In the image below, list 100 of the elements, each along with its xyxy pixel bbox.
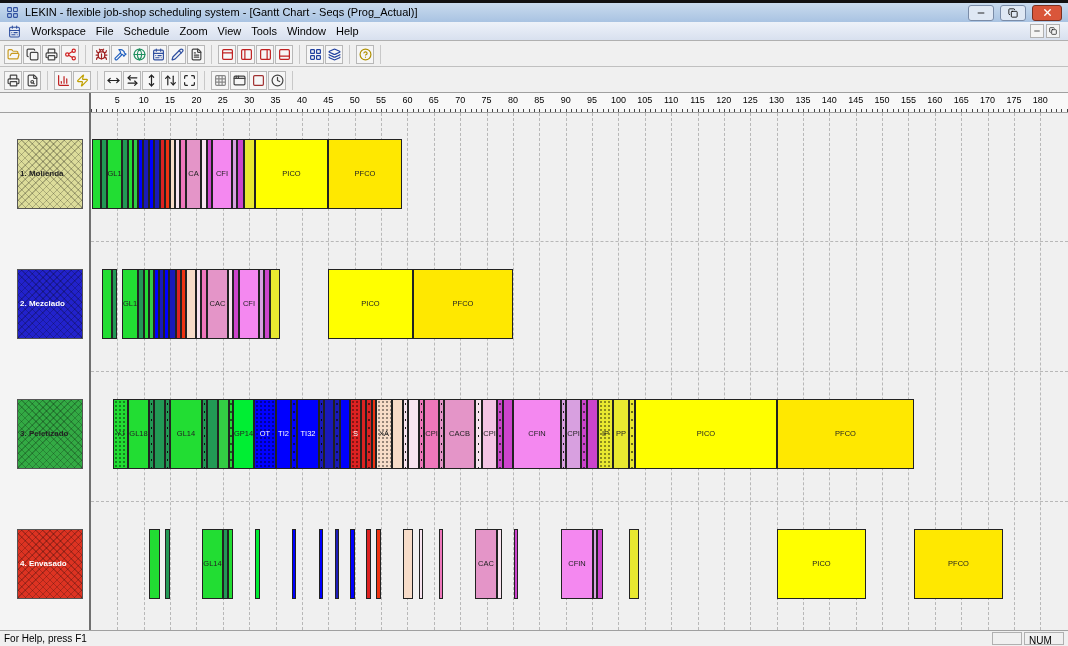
machine-label[interactable]: 2. Mezclado (17, 269, 83, 339)
menu-item[interactable]: Window (286, 22, 327, 40)
tick-label: 130 (769, 95, 785, 105)
toolbar-button[interactable] (104, 70, 122, 90)
tick-label: 155 (900, 95, 916, 105)
toolbar-button[interactable] (92, 44, 110, 64)
tick-label: 60 (402, 95, 413, 105)
tick-label: 65 (428, 95, 439, 105)
minimize-button[interactable] (968, 4, 994, 21)
operation-bar[interactable] (629, 529, 639, 599)
machine-label[interactable]: 4. Envasado (17, 529, 83, 599)
operation-bar[interactable] (259, 269, 264, 339)
operation-bar[interactable] (201, 139, 207, 209)
tick-label: 35 (270, 95, 281, 105)
operation-bar[interactable] (133, 139, 138, 209)
operation-bar[interactable] (439, 529, 443, 599)
operation-bar[interactable] (228, 269, 233, 339)
tick-label: 25 (217, 95, 228, 105)
toolbar-button[interactable] (180, 70, 198, 90)
tick-label: 10 (138, 95, 149, 105)
toolbar-button[interactable] (42, 44, 60, 64)
menu-item[interactable]: View (217, 22, 242, 40)
app-icon (6, 6, 19, 19)
operation-bar[interactable] (186, 269, 196, 339)
tick-label: 165 (953, 95, 969, 105)
minimize-icon (1033, 27, 1041, 35)
operation-bar[interactable] (149, 269, 154, 339)
operation-bar[interactable] (270, 269, 280, 339)
operation-bar[interactable] (419, 529, 423, 599)
menu-item[interactable]: Tools (251, 22, 277, 40)
operation-bar[interactable] (561, 399, 566, 469)
toolbar-button[interactable] (123, 70, 141, 90)
operation-bar[interactable] (408, 399, 419, 469)
restore-button[interactable] (1000, 4, 1026, 21)
status-pane (992, 632, 1022, 645)
toolbar-button[interactable] (23, 70, 41, 90)
menu-item[interactable]: Help (336, 22, 359, 40)
toolbar-button[interactable] (161, 70, 179, 90)
menu-item[interactable]: Zoom (179, 22, 208, 40)
tick-label: 150 (874, 95, 890, 105)
operation-bar[interactable] (232, 139, 237, 209)
toolbar-button[interactable] (168, 44, 186, 64)
toolbar-button[interactable] (187, 44, 205, 64)
toolbar-button[interactable] (306, 44, 324, 64)
menu-item[interactable]: File (95, 22, 114, 40)
operation-bar[interactable] (629, 399, 635, 469)
operation-bar[interactable] (392, 399, 403, 469)
toolbar-button[interactable] (249, 70, 267, 90)
globe-icon (132, 47, 146, 61)
printer-icon (44, 47, 58, 61)
tick-label: 5 (114, 95, 120, 105)
close-button[interactable] (1032, 4, 1062, 21)
window-title: LEKIN - flexible job-shop scheduling system - [Gantt Chart - Seqs (Prog_Actual)] (25, 5, 419, 21)
toolbar-button[interactable] (268, 70, 286, 90)
machine-label[interactable]: 1. Molienda (17, 139, 83, 209)
operation-bar[interactable] (170, 139, 175, 209)
toolbar-button[interactable] (23, 44, 41, 64)
operation-bar[interactable] (593, 529, 597, 599)
operation-bar[interactable] (180, 139, 186, 209)
operation-bar[interactable] (201, 269, 207, 339)
toolbar-button[interactable] (149, 44, 167, 64)
operation-bar[interactable] (244, 139, 255, 209)
operation-bar[interactable] (92, 139, 101, 209)
preview-icon (25, 73, 39, 87)
fit-icon (182, 73, 196, 87)
tick-label: 45 (323, 95, 334, 105)
menu-item[interactable]: Schedule (123, 22, 170, 40)
operation-bar[interactable] (403, 529, 413, 599)
toolbar-button[interactable] (230, 70, 248, 90)
tick-label: 125 (742, 95, 758, 105)
window-icon (251, 73, 265, 87)
operation-bar[interactable] (255, 529, 260, 599)
operation-bar[interactable] (439, 399, 444, 469)
operation-bar[interactable] (102, 269, 112, 339)
operation-bar[interactable] (475, 399, 482, 469)
operation-bar[interactable] (175, 139, 180, 209)
network-icon (63, 47, 77, 61)
operation-bar[interactable] (149, 529, 160, 599)
operation-bar[interactable] (403, 399, 408, 469)
operation-bar[interactable] (196, 269, 201, 339)
operation-bar[interactable] (419, 399, 424, 469)
machine-label[interactable]: 3. Peletizado (17, 399, 83, 469)
menu-item[interactable]: Workspace (31, 22, 86, 40)
tick-label: 115 (690, 95, 705, 105)
restore-button[interactable] (1046, 24, 1060, 38)
operation-bar[interactable] (218, 399, 229, 469)
bug-icon (94, 47, 108, 61)
operation-bar[interactable] (229, 399, 233, 469)
tick-label: 75 (481, 95, 492, 105)
tick-label: 105 (637, 95, 653, 105)
toolbar-button[interactable] (325, 44, 343, 64)
operation-bar[interactable] (144, 269, 149, 339)
operation-bar[interactable] (497, 529, 502, 599)
toolbar-button[interactable] (142, 70, 160, 90)
tick-label: 20 (191, 95, 202, 105)
help-icon (358, 47, 372, 61)
toolbar-button[interactable] (4, 70, 22, 90)
operation-bar[interactable] (228, 529, 233, 599)
tick-label: 80 (507, 95, 518, 105)
operation-bar[interactable] (128, 139, 133, 209)
